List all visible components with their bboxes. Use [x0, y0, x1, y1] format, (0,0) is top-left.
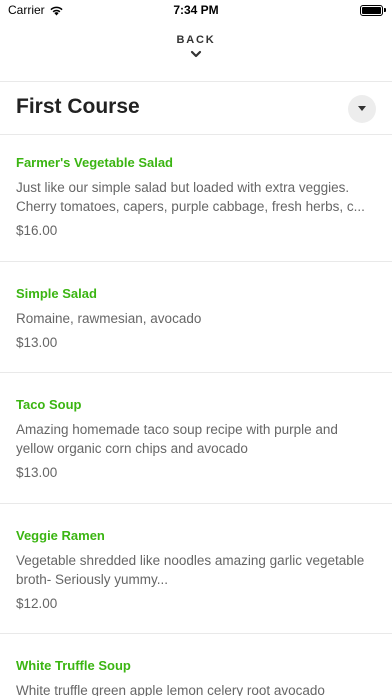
item-price: $12.00 — [16, 596, 58, 611]
item-name: Taco Soup — [16, 397, 82, 412]
item-name: Farmer's Vegetable Salad — [16, 155, 174, 170]
item-description-line: Cherry tomatoes, capers, purple cabbage,… — [16, 199, 365, 214]
menu-item[interactable]: Taco Soup Amazing homemade taco soup rec… — [0, 373, 392, 503]
item-price: $13.00 — [16, 335, 58, 350]
item-description-line: Amazing homemade taco soup recipe with p… — [16, 422, 338, 437]
clock: 7:34 PM — [173, 3, 219, 17]
chevron-down-icon — [190, 50, 202, 58]
item-description-line: Romaine, rawmesian, avocado — [16, 311, 202, 326]
battery-icon — [360, 5, 383, 16]
item-name: Veggie Ramen — [16, 528, 105, 543]
item-name: Simple Salad — [16, 286, 97, 301]
section-header: First Course — [16, 92, 378, 126]
status-bar: Carrier 7:34 PM — [0, 0, 392, 22]
back-button[interactable]: BACK — [0, 34, 392, 74]
item-description-line: broth- Seriously yummy... — [16, 572, 169, 587]
item-description-line: yellow organic corn chips and avocado — [16, 441, 248, 456]
header-divider — [0, 81, 392, 82]
section-toggle-button[interactable] — [348, 95, 376, 123]
item-price: $13.00 — [16, 465, 58, 480]
item-description-line: Vegetable shredded like noodles amazing … — [16, 553, 365, 568]
section-title: First Course — [16, 95, 140, 118]
menu-item[interactable]: Veggie Ramen Vegetable shredded like noo… — [0, 504, 392, 633]
menu-item[interactable]: Farmer's Vegetable Salad Just like our s… — [0, 135, 392, 261]
battery-tip — [384, 8, 386, 12]
menu-item[interactable]: Simple Salad Romaine, rawmesian, avocado… — [0, 262, 392, 372]
item-name: White Truffle Soup — [16, 658, 131, 673]
menu-item[interactable]: White Truffle Soup White truffle green a… — [0, 634, 392, 696]
caret-down-icon — [358, 106, 366, 111]
back-label: BACK — [176, 34, 216, 46]
item-description-line: Just like our simple salad but loaded wi… — [16, 180, 350, 195]
item-description-line: White truffle green apple lemon celery r… — [16, 683, 325, 696]
item-price: $16.00 — [16, 223, 58, 238]
